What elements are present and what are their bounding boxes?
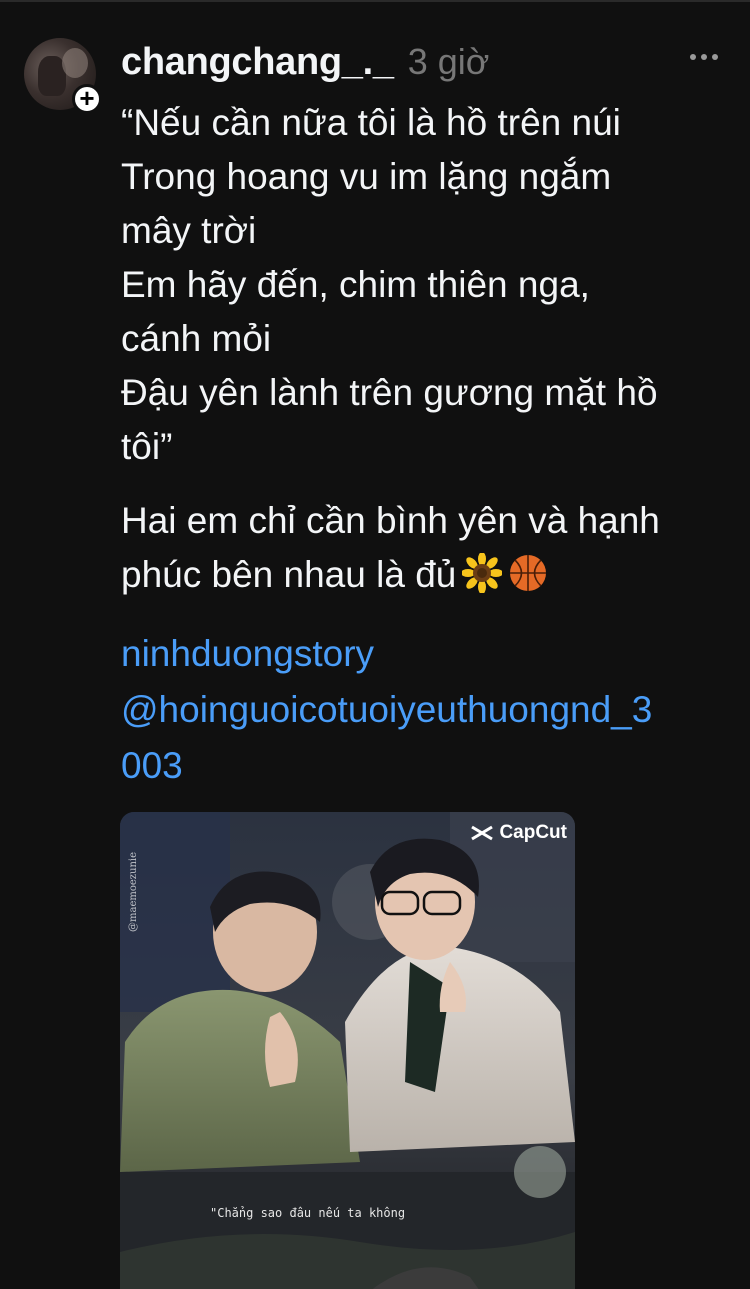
poem-text: “Nếu cần nữa tôi là hồ trên núi Trong ho… (121, 96, 721, 474)
more-horizontal-icon[interactable] (690, 54, 718, 60)
hashtag-link[interactable]: ninhduongstory (121, 626, 721, 682)
mention-link[interactable]: @hoinguoicotuoiyeuthuongnd_3 (121, 682, 721, 738)
caption-line: phúc bên nhau là đủ (121, 548, 721, 602)
sunflower-emoji (462, 553, 503, 593)
creator-watermark: @maemoezunie (128, 851, 139, 932)
caption-line: Hai em chỉ cần bình yên và hạnh (121, 500, 660, 541)
caption-line-text: phúc bên nhau là đủ (121, 554, 457, 595)
basketball-emoji (510, 555, 547, 591)
poem-line: Trong hoang vu im lặng ngắm (121, 156, 612, 197)
username[interactable]: changchang_._ (121, 41, 394, 84)
post-media-image[interactable]: CapCut @maemoezunie "Chẳng sao đâu nếu t… (120, 812, 575, 1289)
thread-post: + changchang_._ 3 giờ “Nếu cần nữa tôi l… (0, 0, 750, 1289)
poem-line: tôi” (121, 426, 173, 467)
poem-line: “Nếu cần nữa tôi là hồ trên núi (121, 102, 621, 143)
poem-line: Đậu yên lành trên gương mặt hồ (121, 372, 658, 413)
poem-line: cánh mỏi (121, 318, 272, 359)
mention-link-continued[interactable]: 003 (121, 738, 721, 794)
poem-line: mây trời (121, 210, 257, 251)
poem-line: Em hãy đến, chim thiên nga, (121, 264, 590, 305)
plus-icon[interactable]: + (72, 84, 102, 114)
post-header: changchang_._ 3 giờ (121, 38, 489, 86)
post-body: “Nếu cần nữa tôi là hồ trên núi Trong ho… (121, 96, 721, 794)
capcut-logo: CapCut (471, 822, 567, 844)
post-time: 3 giờ (407, 41, 490, 82)
caption-text: Hai em chỉ cần bình yên và hạnh phúc bên… (121, 494, 721, 602)
tag-links: ninhduongstory @hoinguoicotuoiyeuthuongn… (121, 626, 721, 794)
video-subtitle: "Chẳng sao đâu nếu ta không (210, 1206, 406, 1220)
avatar-container[interactable]: + (24, 38, 102, 114)
capcut-label: CapCut (499, 822, 567, 843)
capcut-icon (471, 825, 494, 841)
